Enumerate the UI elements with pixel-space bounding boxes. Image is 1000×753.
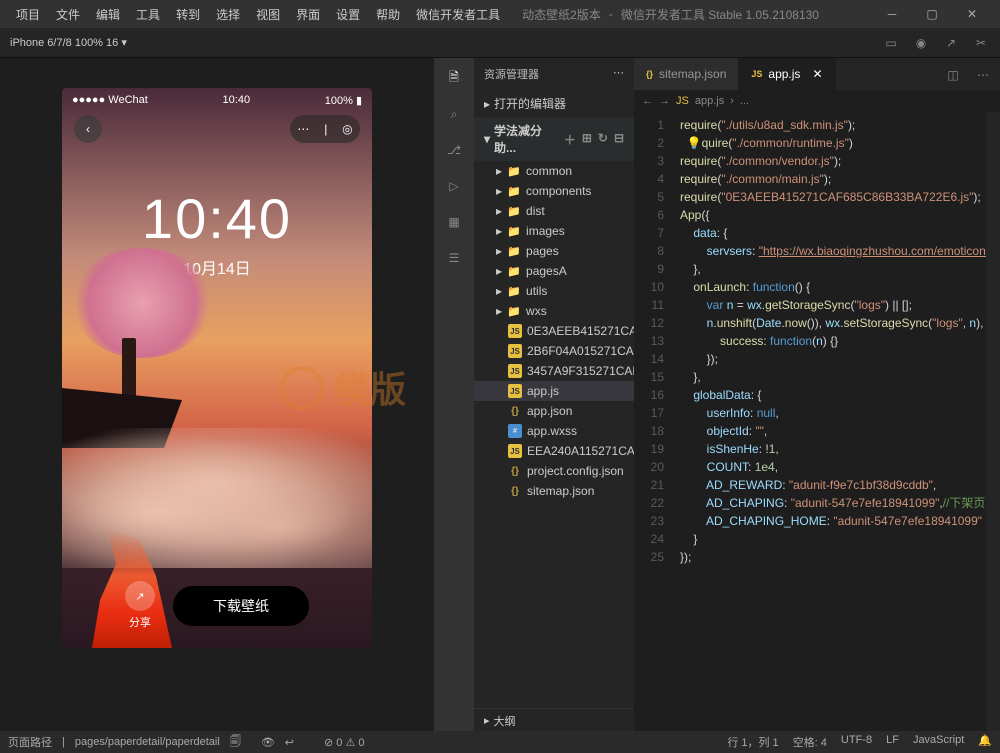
folder-wxs[interactable]: ▸ wxs [474, 301, 634, 321]
file-3457A9F315271CAF52...[interactable]: JS3457A9F315271CAF52... [474, 361, 634, 381]
minimap[interactable] [986, 112, 1000, 732]
outline-section[interactable]: ▸ 大纲 [474, 708, 634, 732]
cursor-pos[interactable]: 行 1，列 1 [727, 734, 778, 750]
editor-tabs: {}sitemap.jsonJSapp.js✕ ◫ ⋯ [634, 58, 1000, 90]
nav-prev-icon[interactable]: ← [642, 95, 653, 107]
folder-utils[interactable]: ▸ utils [474, 281, 634, 301]
file-EEA240A115271CAF88...[interactable]: JSEEA240A115271CAF88... [474, 441, 634, 461]
main-menu: 项目文件编辑工具转到选择视图界面设置帮助微信开发者工具 [8, 2, 508, 27]
device-selector[interactable]: iPhone 6/7/8 100% 16 ▾ [0, 36, 137, 49]
close-button[interactable]: ✕ [952, 0, 992, 28]
folder-components[interactable]: ▸ components [474, 181, 634, 201]
file-app.js[interactable]: JSapp.js [474, 381, 634, 401]
menu-微信开发者工具[interactable]: 微信开发者工具 [408, 2, 508, 27]
menu-项目[interactable]: 项目 [8, 2, 48, 27]
encoding[interactable]: UTF-8 [841, 734, 872, 750]
back-icon[interactable]: ↩ [285, 736, 294, 749]
phone-preview[interactable]: ●●●●● WeChat 10:40 100% ▮ ‹ ⋯|◎ 10:40 10… [62, 88, 372, 648]
editor-panel: {}sitemap.jsonJSapp.js✕ ◫ ⋯ ← → JS app.j… [634, 58, 1000, 732]
menu-界面[interactable]: 界面 [288, 2, 328, 27]
page-path[interactable]: pages/paperdetail/paperdetail [75, 736, 220, 748]
problems[interactable]: ⊘ 0 ⚠ 0 [324, 736, 364, 749]
nav-next-icon[interactable]: → [659, 95, 670, 107]
menu-文件[interactable]: 文件 [48, 2, 88, 27]
folder-dist[interactable]: ▸ dist [474, 201, 634, 221]
project-root[interactable]: ▾ 学法减分助... ＋⊞↻⊟ [474, 117, 634, 161]
language[interactable]: JavaScript [913, 734, 964, 750]
extensions-icon[interactable]: ▦ [440, 208, 468, 236]
eol[interactable]: LF [886, 734, 899, 750]
folder-images[interactable]: ▸ images [474, 221, 634, 241]
maximize-button[interactable]: ▢ [912, 0, 952, 28]
bug-icon[interactable]: ☰ [440, 244, 468, 272]
file-sitemap.json[interactable]: {}sitemap.json [474, 481, 634, 501]
open-editors-section[interactable]: ▸ 打开的编辑器 [474, 90, 634, 117]
menu-选择[interactable]: 选择 [208, 2, 248, 27]
file-2B6F04A015271CAF4D...[interactable]: JS2B6F04A015271CAF4D... [474, 341, 634, 361]
menu-编辑[interactable]: 编辑 [88, 2, 128, 27]
file-app.wxss[interactable]: #app.wxss [474, 421, 634, 441]
status-time: 10:40 [223, 94, 251, 106]
git-icon[interactable]: ⎇ [440, 136, 468, 164]
page-path-label[interactable]: 页面路径 [8, 734, 52, 750]
new-folder-icon[interactable]: ⊞ [582, 131, 592, 148]
minimize-button[interactable]: ─ [872, 0, 912, 28]
menu-帮助[interactable]: 帮助 [368, 2, 408, 27]
menu-设置[interactable]: 设置 [328, 2, 368, 27]
explorer-icon[interactable]: 🗎 [440, 64, 468, 92]
menu-工具[interactable]: 工具 [128, 2, 168, 27]
app-name: 微信开发者工具 Stable 1.05.2108130 [621, 6, 819, 23]
project-name: 动态壁纸2版本 [522, 6, 601, 23]
breadcrumb[interactable]: ← → JS app.js › ... [634, 90, 1000, 112]
eye-icon[interactable]: 👁 [261, 736, 275, 749]
simulator-panel: ●●●●● WeChat 10:40 100% ▮ ‹ ⋯|◎ 10:40 10… [0, 58, 434, 732]
cut-icon[interactable]: ✂ [968, 30, 994, 56]
chevron-down-icon: ▾ [121, 37, 127, 49]
folder-pages[interactable]: ▸ pages [474, 241, 634, 261]
file-app.json[interactable]: {}app.json [474, 401, 634, 421]
share-icon: ↗ [125, 581, 155, 611]
capsule-menu[interactable]: ⋯|◎ [290, 115, 360, 143]
collapse-icon[interactable]: ⊟ [614, 131, 624, 148]
search-icon[interactable]: ⌕ [440, 100, 468, 128]
simulator-toolbar: iPhone 6/7/8 100% 16 ▾ ▭ ◉ ↗ ✂ [0, 28, 1000, 58]
debug-icon[interactable]: ▷ [440, 172, 468, 200]
menu-视图[interactable]: 视图 [248, 2, 288, 27]
activity-bar: 🗎 ⌕ ⎇ ▷ ▦ ☰ [434, 58, 474, 732]
refresh-icon[interactable]: ↻ [598, 131, 608, 148]
download-button[interactable]: 下载壁纸 [173, 586, 309, 626]
back-button[interactable]: ‹ [74, 115, 102, 143]
more-icon[interactable]: ⋯ [970, 62, 996, 88]
share-button[interactable]: ↗ 分享 [125, 581, 155, 630]
split-icon[interactable]: ◫ [940, 62, 966, 88]
share-icon[interactable]: ↗ [938, 30, 964, 56]
tab-sitemap.json[interactable]: {}sitemap.json [634, 58, 739, 90]
wallpaper-time: 10:40 [62, 186, 372, 251]
window-controls: ─ ▢ ✕ [872, 0, 992, 28]
statusbar: 页面路径 | pages/paperdetail/paperdetail 🗐 👁… [0, 731, 1000, 753]
folder-common[interactable]: ▸ common [474, 161, 634, 181]
menu-转到[interactable]: 转到 [168, 2, 208, 27]
more-icon[interactable]: ⋯ [613, 66, 624, 82]
folder-pagesA[interactable]: ▸ pagesA [474, 261, 634, 281]
new-file-icon[interactable]: ＋ [564, 131, 576, 148]
file-0E3AEEB415271CAF68...[interactable]: JS0E3AEEB415271CAF68... [474, 321, 634, 341]
bell-icon[interactable]: 🔔 [978, 734, 992, 750]
code-editor[interactable]: 1234567891011121314151617181920212223242… [634, 112, 1000, 732]
device-icon[interactable]: ▭ [878, 30, 904, 56]
copy-icon[interactable]: 🗐 [230, 733, 241, 752]
file-project.config.json[interactable]: {}project.config.json [474, 461, 634, 481]
indent[interactable]: 空格: 4 [793, 734, 827, 750]
tab-app.js[interactable]: JSapp.js✕ [739, 58, 835, 90]
titlebar: 项目文件编辑工具转到选择视图界面设置帮助微信开发者工具 动态壁纸2版本 - 微信… [0, 0, 1000, 28]
explorer-panel: 资源管理器⋯ ▸ 打开的编辑器 ▾ 学法减分助... ＋⊞↻⊟ ▸ common… [474, 58, 634, 732]
record-icon[interactable]: ◉ [908, 30, 934, 56]
window-title: 动态壁纸2版本 - 微信开发者工具 Stable 1.05.2108130 [508, 6, 872, 23]
